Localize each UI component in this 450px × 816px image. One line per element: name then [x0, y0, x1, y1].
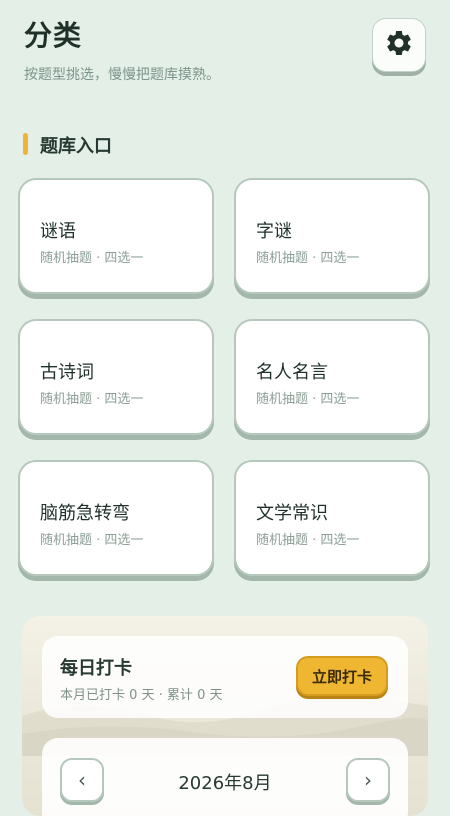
gear-icon [384, 28, 414, 62]
category-card-brain-teaser[interactable]: 脑筋急转弯 随机抽题 · 四选一 [18, 460, 214, 576]
category-name: 谜语 [40, 221, 76, 242]
category-name: 字谜 [256, 221, 292, 242]
category-card-quotes[interactable]: 名人名言 随机抽题 · 四选一 [234, 319, 430, 435]
checkin-panel: 每日打卡 本月已打卡 0 天 · 累计 0 天 立即打卡 ‹ 2026年8月 › [22, 616, 428, 816]
category-desc: 随机抽题 · 四选一 [40, 251, 144, 266]
category-card-riddle[interactable]: 谜语 随机抽题 · 四选一 [18, 178, 214, 294]
checkin-button[interactable]: 立即打卡 [296, 656, 388, 696]
category-desc: 随机抽题 · 四选一 [256, 533, 360, 548]
settings-button[interactable] [372, 18, 426, 72]
page-title: 分类 [24, 19, 83, 52]
category-desc: 随机抽题 · 四选一 [40, 392, 144, 407]
category-name: 脑筋急转弯 [40, 503, 130, 524]
checkin-title: 每日打卡 [60, 658, 132, 679]
category-desc: 随机抽题 · 四选一 [256, 392, 360, 407]
category-card-character-riddle[interactable]: 字谜 随机抽题 · 四选一 [234, 178, 430, 294]
page-subtitle: 按题型挑选，慢慢把题库摸熟。 [24, 67, 220, 83]
category-name: 名人名言 [256, 362, 328, 383]
checkin-stats: 本月已打卡 0 天 · 累计 0 天 [60, 688, 223, 703]
category-name: 古诗词 [40, 362, 94, 383]
next-month-button[interactable]: › [346, 758, 390, 802]
section-title: 题库入口 [40, 136, 112, 157]
checkin-card: 每日打卡 本月已打卡 0 天 · 累计 0 天 立即打卡 [42, 636, 408, 718]
category-card-poetry[interactable]: 古诗词 随机抽题 · 四选一 [18, 319, 214, 435]
category-desc: 随机抽题 · 四选一 [256, 251, 360, 266]
category-card-literature[interactable]: 文学常识 随机抽题 · 四选一 [234, 460, 430, 576]
category-name: 文学常识 [256, 503, 328, 524]
calendar-card: ‹ 2026年8月 › [42, 738, 408, 816]
section-accent-bar [23, 133, 28, 155]
category-desc: 随机抽题 · 四选一 [40, 533, 144, 548]
